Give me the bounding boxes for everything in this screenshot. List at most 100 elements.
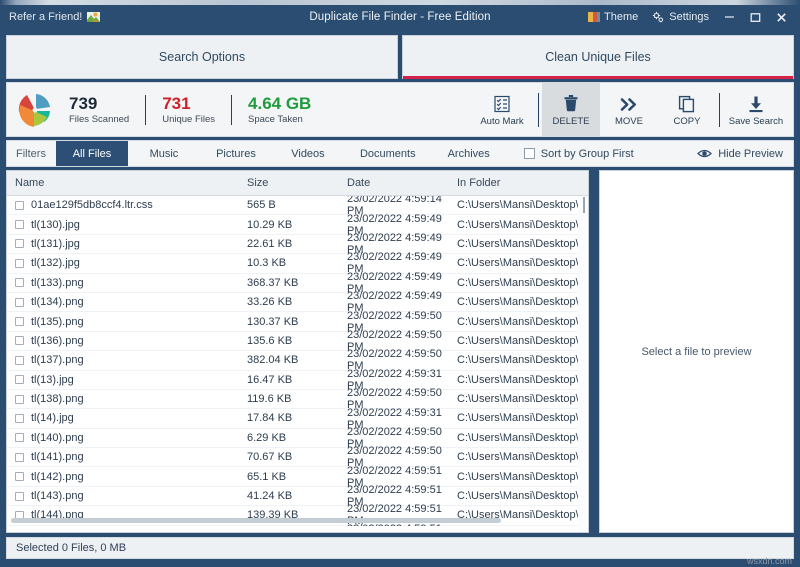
table-row[interactable]: tl(14).jpg17.84 KB23/02/2022 4:59:31 PMC… (7, 409, 588, 428)
row-checkbox[interactable] (15, 239, 24, 248)
table-row[interactable]: tl(13).jpg16.47 KB23/02/2022 4:59:31 PMC… (7, 371, 588, 390)
filter-chip-music-label: Music (150, 148, 179, 160)
column-header-size[interactable]: Size (247, 177, 347, 189)
file-name-label: tl(142).png (31, 471, 84, 483)
copy-button[interactable]: COPY (658, 83, 716, 136)
trash-icon (562, 93, 580, 113)
column-header-date[interactable]: Date (347, 177, 457, 189)
stat-files-scanned-value: 739 (69, 94, 129, 113)
preview-panel[interactable]: Select a file to preview (599, 170, 794, 533)
vertical-scrollbar-thumb[interactable] (583, 197, 585, 213)
cell-size: 119.6 KB (247, 393, 347, 405)
table-row[interactable]: tl(142).png65.1 KB23/02/2022 4:59:51 PMC… (7, 467, 588, 486)
row-checkbox[interactable] (15, 375, 24, 384)
refer-a-friend-button[interactable]: Refer a Friend! (9, 11, 100, 23)
row-checkbox[interactable] (15, 472, 24, 481)
sort-by-group-first-label: Sort by Group First (541, 148, 634, 160)
tab-clean-unique-files[interactable]: Clean Unique Files (402, 35, 794, 79)
file-name-label: tl(133).png (31, 277, 84, 289)
stat-space-taken-label: Space Taken (248, 113, 311, 126)
cell-name: tl(141).png (7, 451, 247, 463)
vertical-scrollbar[interactable] (578, 197, 588, 533)
table-row[interactable]: 01ae129f5db8ccf4.ltr.css565 B23/02/2022 … (7, 196, 588, 215)
auto-mark-button[interactable]: Auto Mark (469, 83, 535, 136)
title-bar-controls: Theme Settings (581, 6, 800, 28)
hide-preview-toggle[interactable]: Hide Preview (697, 148, 793, 160)
cell-size: 41.24 KB (247, 490, 347, 502)
theme-label: Theme (604, 11, 638, 23)
table-row[interactable]: tl(141).png70.67 KB23/02/2022 4:59:50 PM… (7, 448, 588, 467)
row-checkbox[interactable] (15, 298, 24, 307)
copy-label: COPY (674, 116, 701, 127)
settings-button[interactable]: Settings (645, 8, 716, 27)
people-gift-icon (87, 11, 100, 23)
close-button[interactable] (768, 6, 794, 28)
toolbar-divider (538, 93, 539, 127)
row-checkbox[interactable] (15, 278, 24, 287)
move-button[interactable]: MOVE (600, 83, 658, 136)
table-row[interactable]: tl(140).png6.29 KB23/02/2022 4:59:50 PMC… (7, 429, 588, 448)
stat-space-taken-value: 4.64 GB (248, 94, 311, 113)
file-name-label: tl(131).jpg (31, 238, 80, 250)
filter-chip-documents[interactable]: Documents (344, 141, 432, 166)
table-row[interactable]: tl(132).jpg10.3 KB23/02/2022 4:59:49 PMC… (7, 254, 588, 273)
table-row[interactable]: tl(133).png368.37 KB23/02/2022 4:59:49 P… (7, 274, 588, 293)
minimize-button[interactable] (716, 6, 742, 28)
table-row[interactable]: tl(136).png135.6 KB23/02/2022 4:59:50 PM… (7, 332, 588, 351)
row-checkbox[interactable] (15, 317, 24, 326)
cell-name: tl(140).png (7, 432, 247, 444)
row-checkbox[interactable] (15, 453, 24, 462)
cell-size: 382.04 KB (247, 354, 347, 366)
cell-name: tl(134).png (7, 296, 247, 308)
filter-chip-archives[interactable]: Archives (432, 141, 506, 166)
table-row[interactable]: tl(131).jpg22.61 KB23/02/2022 4:59:49 PM… (7, 235, 588, 254)
application-window: Refer a Friend! Duplicate File Finder - … (0, 0, 800, 567)
filters-label: Filters (7, 148, 56, 160)
column-header-name[interactable]: Name (7, 177, 247, 189)
row-checkbox[interactable] (15, 259, 24, 268)
tab-search-options[interactable]: Search Options (6, 35, 398, 79)
row-checkbox[interactable] (15, 433, 24, 442)
settings-label: Settings (669, 11, 709, 23)
cell-folder: C:\Users\Mansi\Desktop\MaM (457, 432, 583, 444)
delete-button[interactable]: DELETE (542, 83, 600, 136)
gear-icon (652, 11, 665, 24)
row-checkbox[interactable] (15, 414, 24, 423)
row-checkbox[interactable] (15, 395, 24, 404)
filter-chip-pictures[interactable]: Pictures (200, 141, 272, 166)
filter-chip-videos[interactable]: Videos (272, 141, 344, 166)
title-bar: Refer a Friend! Duplicate File Finder - … (0, 5, 800, 29)
row-checkbox[interactable] (15, 356, 24, 365)
cell-name: tl(136).png (7, 335, 247, 347)
save-search-button[interactable]: Save Search (723, 83, 789, 136)
cell-folder: C:\Users\Mansi\Desktop\MaM (457, 296, 583, 308)
row-checkbox[interactable] (15, 492, 24, 501)
table-row[interactable]: tl(137).png382.04 KB23/02/2022 4:59:50 P… (7, 351, 588, 370)
horizontal-scrollbar[interactable] (11, 518, 501, 523)
table-row[interactable]: tl(135).png130.37 KB23/02/2022 4:59:50 P… (7, 312, 588, 331)
row-checkbox[interactable] (15, 220, 24, 229)
cell-size: 6.29 KB (247, 432, 347, 444)
copy-icon (678, 93, 696, 113)
file-list-rows: 01ae129f5db8ccf4.ltr.css565 B23/02/2022 … (7, 196, 588, 526)
cell-folder: C:\Users\Mansi\Desktop\MaM (457, 238, 583, 250)
row-checkbox[interactable] (15, 336, 24, 345)
sort-by-group-first-checkbox[interactable]: Sort by Group First (524, 148, 634, 160)
table-row[interactable]: tl(143).png41.24 KB23/02/2022 4:59:51 PM… (7, 487, 588, 506)
file-name-label: tl(134).png (31, 296, 84, 308)
toolbar-divider (719, 93, 720, 127)
maximize-button[interactable] (742, 6, 768, 28)
hide-preview-label: Hide Preview (718, 148, 783, 160)
filter-chip-music[interactable]: Music (128, 141, 200, 166)
filter-chip-all-files[interactable]: All Files (56, 141, 128, 166)
theme-button[interactable]: Theme (581, 8, 645, 26)
table-row[interactable]: tl(134).png33.26 KB23/02/2022 4:59:49 PM… (7, 293, 588, 312)
table-row[interactable]: tl(138).png119.6 KB23/02/2022 4:59:50 PM… (7, 390, 588, 409)
cell-size: 368.37 KB (247, 277, 347, 289)
column-header-folder[interactable]: In Folder (457, 177, 583, 189)
checkbox-box (524, 148, 535, 159)
table-row[interactable]: tl(130).jpg10.29 KB23/02/2022 4:59:49 PM… (7, 215, 588, 234)
file-name-label: tl(13).jpg (31, 374, 74, 386)
file-name-label: tl(138).png (31, 393, 84, 405)
row-checkbox[interactable] (15, 201, 24, 210)
